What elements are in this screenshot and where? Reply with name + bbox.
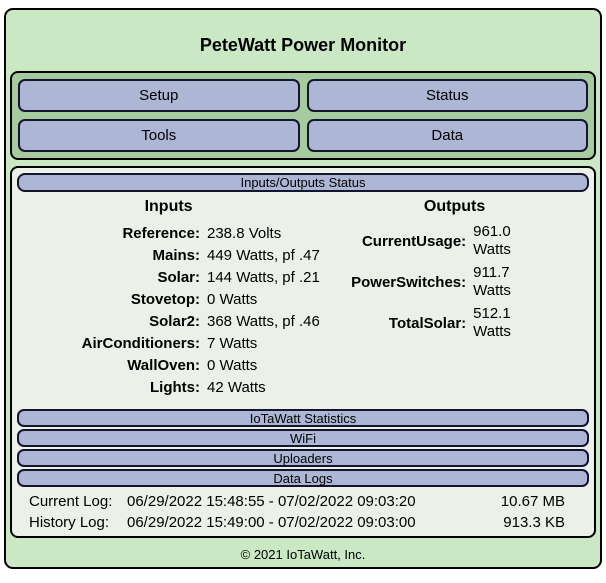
input-row: Reference: 238.8 Volts [17, 223, 320, 245]
log-row-history: History Log: 06/29/2022 15:49:00 - 07/02… [17, 512, 589, 533]
section-bar-iotawatt-statistics[interactable]: IoTaWatt Statistics [17, 409, 589, 427]
input-value: 42 Watts [207, 379, 266, 396]
log-date-range: 06/29/2022 15:49:00 - 07/02/2022 09:03:0… [127, 514, 416, 531]
io-columns: Inputs Reference: 238.8 Volts Mains: 449… [17, 198, 589, 399]
input-row: Solar: 144 Watts, pf .21 [17, 267, 320, 289]
setup-button[interactable]: Setup [18, 79, 300, 112]
output-value: 911.7 Watts [473, 264, 511, 299]
input-value: 0 Watts [207, 357, 258, 374]
log-summary: Current Log: 06/29/2022 15:48:55 - 07/02… [17, 491, 589, 533]
input-row: WallOven: 0 Watts [17, 355, 320, 377]
section-bar-data-logs[interactable]: Data Logs [17, 469, 589, 487]
output-value: 961.0 Watts [473, 223, 511, 258]
section-bar-wifi[interactable]: WiFi [17, 429, 589, 447]
output-label: CurrentUsage: [361, 232, 467, 250]
status-panel: Inputs/Outputs Status Inputs Reference: … [10, 166, 596, 538]
section-bar-uploaders[interactable]: Uploaders [17, 449, 589, 467]
power-monitor-window: PeteWatt Power Monitor Setup Status Tool… [4, 8, 602, 569]
log-label: History Log: [29, 514, 110, 531]
log-size: 10.67 MB [500, 493, 565, 510]
input-value: 0 Watts [207, 291, 258, 308]
footer-copyright: © 2021 IoTaWatt, Inc. [240, 547, 366, 562]
output-label: TotalSolar: [388, 314, 467, 332]
input-value: 238.8 Volts [207, 225, 282, 242]
output-row: PowerSwitches: 911.7 Watts [320, 264, 589, 300]
input-label: Mains: [152, 247, 200, 264]
input-row: Stovetop: 0 Watts [17, 289, 320, 311]
log-size: 913.3 KB [503, 514, 565, 531]
input-value: 144 Watts, pf .21 [207, 269, 320, 286]
output-row: TotalSolar: 512.1 Watts [320, 305, 589, 341]
section-bars: IoTaWatt Statistics WiFi Uploaders Data … [17, 409, 589, 487]
input-label: AirConditioners: [81, 335, 200, 352]
output-row: CurrentUsage: 961.0 Watts [320, 223, 589, 259]
inputs-column: Inputs Reference: 238.8 Volts Mains: 449… [17, 198, 320, 399]
input-row: Solar2: 368 Watts, pf .46 [17, 311, 320, 333]
input-label: Stovetop: [130, 291, 200, 308]
outputs-heading: Outputs [423, 198, 486, 215]
input-value: 368 Watts, pf .46 [207, 313, 320, 330]
output-value: 512.1 Watts [473, 305, 511, 340]
input-label: Solar2: [149, 313, 200, 330]
input-row: Lights: 42 Watts [17, 377, 320, 399]
input-label: Reference: [122, 225, 200, 242]
inputs-outputs-status-header[interactable]: Inputs/Outputs Status [17, 173, 589, 192]
log-label: Current Log: [29, 493, 113, 510]
input-value: 7 Watts [207, 335, 258, 352]
output-label: PowerSwitches: [351, 273, 467, 291]
log-row-current: Current Log: 06/29/2022 15:48:55 - 07/02… [17, 491, 589, 512]
input-value: 449 Watts, pf .47 [207, 247, 320, 264]
tools-button[interactable]: Tools [18, 119, 300, 152]
main-menu: Setup Status Tools Data [10, 71, 596, 160]
input-label: WallOven: [127, 357, 200, 374]
outputs-column: Outputs CurrentUsage: 961.0 Watts PowerS… [320, 198, 589, 399]
input-label: Solar: [157, 269, 200, 286]
input-row: Mains: 449 Watts, pf .47 [17, 245, 320, 267]
status-button[interactable]: Status [306, 79, 588, 112]
input-label: Lights: [150, 379, 200, 396]
log-date-range: 06/29/2022 15:48:55 - 07/02/2022 09:03:2… [127, 493, 416, 510]
data-button[interactable]: Data [306, 119, 588, 152]
inputs-heading: Inputs [144, 198, 193, 215]
input-row: AirConditioners: 7 Watts [17, 333, 320, 355]
page-title: PeteWatt Power Monitor [199, 35, 407, 55]
